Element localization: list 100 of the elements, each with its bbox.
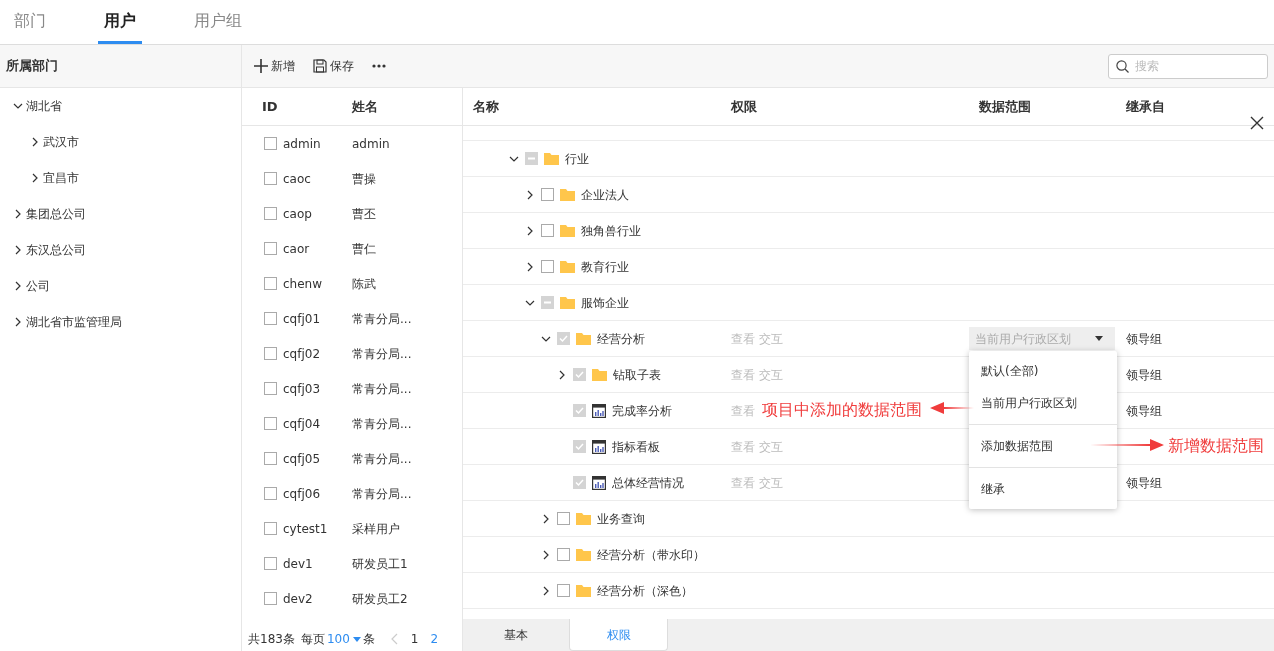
chevron-right-icon[interactable] xyxy=(13,317,23,327)
checkbox[interactable] xyxy=(573,476,586,489)
tree-item[interactable]: 经营分析（深色） xyxy=(597,581,693,600)
checkbox[interactable] xyxy=(264,452,277,465)
checkbox[interactable] xyxy=(557,548,570,561)
table-cell-text: cqfj02 xyxy=(283,345,321,363)
table-cell-text: 常青分局... xyxy=(352,345,412,363)
tree-item[interactable]: 服饰企业 xyxy=(581,293,629,312)
column-header: ID xyxy=(262,98,278,114)
tab[interactable]: 部门 xyxy=(8,0,52,44)
menu-item[interactable]: 继承 xyxy=(969,473,1117,505)
chevron-right-icon[interactable] xyxy=(13,281,23,291)
tab[interactable]: 用户组 xyxy=(188,0,248,44)
folder-icon xyxy=(560,224,575,237)
table-cell-text: caop xyxy=(283,205,312,223)
chevron-right-icon[interactable] xyxy=(525,189,535,200)
chevron-right-icon[interactable] xyxy=(541,549,551,560)
permission-text: 查看 交互 xyxy=(731,439,783,454)
checkbox[interactable] xyxy=(264,382,277,395)
tree-item[interactable]: 独角兽行业 xyxy=(581,221,641,240)
folder-icon xyxy=(576,512,591,525)
tree-item[interactable]: 指标看板 xyxy=(612,437,660,456)
chevron-right-icon[interactable] xyxy=(13,245,23,255)
page-number[interactable]: 2 xyxy=(430,630,439,648)
table-cell-text: cqfj04 xyxy=(283,415,321,433)
previous-page-icon[interactable] xyxy=(390,633,399,645)
checkbox[interactable] xyxy=(264,592,277,605)
checkbox[interactable] xyxy=(264,207,277,220)
chevron-right-icon[interactable] xyxy=(30,137,40,147)
tree-item[interactable]: 东汉总公司 xyxy=(26,241,86,259)
more-icon xyxy=(372,64,386,68)
tree-item[interactable]: 完成率分析 xyxy=(612,401,672,420)
tree-item[interactable]: 企业法人 xyxy=(581,185,629,204)
table-cell-text: cqfj06 xyxy=(283,485,321,503)
chevron-right-icon[interactable] xyxy=(13,209,23,219)
more-button[interactable] xyxy=(372,64,386,68)
table-cell-text: 曹丕 xyxy=(352,205,376,223)
checkbox[interactable] xyxy=(264,312,277,325)
checkbox[interactable] xyxy=(264,137,277,150)
checkbox[interactable] xyxy=(573,440,586,453)
table-cell-text: 曹仁 xyxy=(352,240,376,258)
tree-item[interactable]: 湖北省市监管理局 xyxy=(26,313,122,331)
plus-icon xyxy=(254,59,268,73)
menu-item[interactable]: 默认(全部) xyxy=(969,355,1117,387)
table-cell-text: 常青分局... xyxy=(352,485,412,503)
menu-item[interactable]: 当前用户行政区划 xyxy=(969,387,1117,419)
tree-item[interactable]: 武汉市 xyxy=(43,133,79,151)
table-cell-text: 研发员工1 xyxy=(352,555,408,573)
tree-item[interactable]: 教育行业 xyxy=(581,257,629,276)
table-cell-text: 常青分局... xyxy=(352,310,412,328)
tree-item[interactable]: 公司 xyxy=(26,277,50,295)
tree-item[interactable]: 集团总公司 xyxy=(26,205,86,223)
chevron-right-icon[interactable] xyxy=(30,173,40,183)
checkbox[interactable] xyxy=(573,368,586,381)
tree-item[interactable]: 宜昌市 xyxy=(43,169,79,187)
chevron-right-icon[interactable] xyxy=(525,261,535,272)
tree-item[interactable]: 行业 xyxy=(565,149,589,168)
tab[interactable]: 权限 xyxy=(569,619,668,651)
checkbox[interactable] xyxy=(264,557,277,570)
table-cell-text: 陈武 xyxy=(352,275,376,293)
tab[interactable]: 基本 xyxy=(463,619,569,651)
checkbox[interactable] xyxy=(264,172,277,185)
checkbox[interactable] xyxy=(264,487,277,500)
checkbox[interactable] xyxy=(541,188,554,201)
add-button[interactable]: 新增 xyxy=(254,57,295,75)
table-cell: 领导组 xyxy=(1126,331,1162,346)
tree-item[interactable]: 钻取子表 xyxy=(613,365,661,384)
checkbox[interactable] xyxy=(557,584,570,597)
column-header: 姓名 xyxy=(352,97,378,116)
page-number[interactable]: 1 xyxy=(410,630,419,648)
checkbox[interactable] xyxy=(264,347,277,360)
chevron-down-icon[interactable] xyxy=(13,101,23,111)
tree-item[interactable]: 经营分析 xyxy=(597,329,645,348)
checkbox[interactable] xyxy=(573,404,586,417)
tree-item[interactable]: 经营分析（带水印） xyxy=(597,545,705,564)
tree-item[interactable]: 总体经营情况 xyxy=(612,473,684,492)
close-icon[interactable] xyxy=(1250,116,1264,130)
checkbox[interactable] xyxy=(264,522,277,535)
checkbox[interactable] xyxy=(557,332,570,345)
checkbox[interactable] xyxy=(541,224,554,237)
checkbox[interactable] xyxy=(264,277,277,290)
save-button[interactable]: 保存 xyxy=(313,57,354,75)
search-field[interactable]: 搜索 xyxy=(1108,53,1268,79)
table-cell-text: cytest1 xyxy=(283,520,328,538)
chevron-right-icon[interactable] xyxy=(525,225,535,236)
chevron-right-icon[interactable] xyxy=(557,369,567,380)
checkbox[interactable] xyxy=(525,152,538,165)
permission-text: 查看 交互 xyxy=(731,331,783,346)
tree-item[interactable]: 湖北省 xyxy=(26,97,62,115)
checkbox[interactable] xyxy=(541,296,554,309)
checkbox[interactable] xyxy=(541,260,554,273)
folder-icon xyxy=(592,368,607,381)
tree-item[interactable]: 业务查询 xyxy=(597,509,645,528)
checkbox[interactable] xyxy=(264,242,277,255)
checkbox[interactable] xyxy=(557,512,570,525)
page-size-select[interactable]: 100 xyxy=(326,630,361,648)
checkbox[interactable] xyxy=(264,417,277,430)
chevron-right-icon[interactable] xyxy=(541,513,551,524)
menu-item[interactable]: 添加数据范围 xyxy=(969,430,1117,462)
chevron-right-icon[interactable] xyxy=(541,585,551,596)
